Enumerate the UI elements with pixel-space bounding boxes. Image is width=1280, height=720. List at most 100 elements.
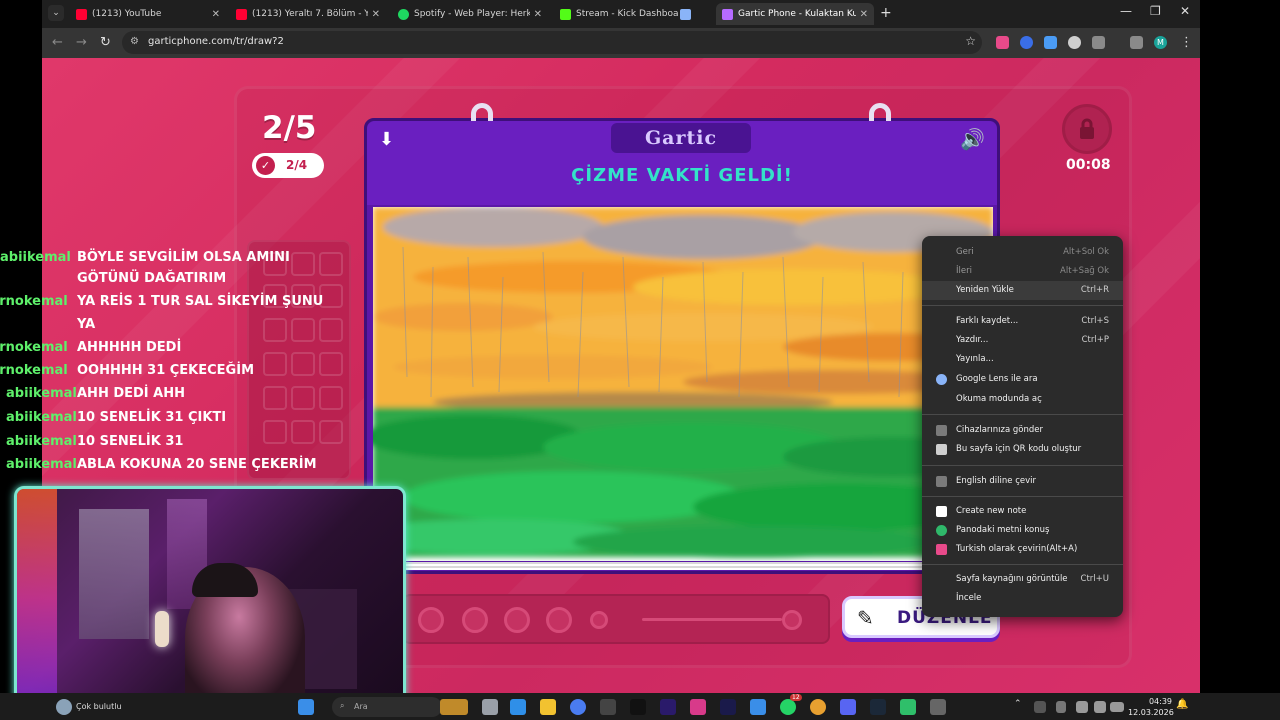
reload-button[interactable]: ↻ — [100, 35, 111, 50]
palette-cell[interactable] — [319, 386, 343, 410]
taskbar-search[interactable]: ⌕ Ara — [332, 697, 442, 717]
discord-icon[interactable] — [840, 699, 856, 715]
store-icon[interactable] — [510, 699, 526, 715]
tab-search-button[interactable]: ⌄ — [48, 5, 64, 21]
tab-youtube-video[interactable]: (1213) Yeraltı 7. Bölüm - YouTube ✕ — [230, 3, 386, 25]
widget-icon[interactable] — [440, 699, 468, 715]
menu-item-translate[interactable]: English diline çevir — [922, 472, 1123, 491]
menu-item-translate-extension[interactable]: Turkish olarak çevirin(Alt+A) — [922, 540, 1123, 559]
close-tab-icon[interactable]: ✕ — [372, 9, 380, 20]
start-icon[interactable] — [298, 699, 314, 715]
palette-cell[interactable] — [291, 386, 315, 410]
chrome-icon[interactable] — [810, 699, 826, 715]
address-bar[interactable]: ⚙ garticphone.com/tr/draw?2 ☆ — [122, 31, 982, 54]
browser-toolbar: ← → ↻ ⚙ garticphone.com/tr/draw?2 ☆ M ⋮ — [42, 28, 1200, 58]
maximize-button[interactable]: ❐ — [1150, 4, 1161, 18]
menu-separator — [922, 305, 1123, 306]
microphone-icon[interactable] — [1056, 701, 1066, 713]
premiere-icon[interactable] — [660, 699, 676, 715]
capcut-icon[interactable] — [600, 699, 616, 715]
menu-item-inspect[interactable]: İncele — [922, 589, 1123, 608]
menu-item-send-to-devices[interactable]: Cihazlarınıza gönder — [922, 421, 1123, 440]
tray-expand-icon[interactable]: ⌃ — [1014, 699, 1030, 715]
wifi-icon[interactable] — [1076, 701, 1088, 713]
menu-item-speak-clipboard[interactable]: Panodaki metni konuş — [922, 521, 1123, 540]
extensions-puzzle-icon[interactable] — [1092, 36, 1105, 49]
edge-icon[interactable] — [570, 699, 586, 715]
extension-blue-icon[interactable] — [1044, 36, 1057, 49]
brush-size-4[interactable] — [546, 607, 572, 633]
tab-pinned[interactable] — [674, 3, 716, 25]
volume-icon[interactable] — [1094, 701, 1106, 713]
tab-youtube[interactable]: (1213) YouTube ✕ — [70, 3, 226, 25]
bookmark-star-icon[interactable]: ☆ — [965, 34, 976, 48]
tray-icon[interactable] — [1034, 701, 1046, 713]
brush-size-3[interactable] — [504, 607, 530, 633]
palette-cell[interactable] — [319, 252, 343, 276]
menu-item-reload[interactable]: Yeniden Yükle Ctrl+R — [922, 281, 1123, 300]
palette-cell[interactable] — [319, 318, 343, 342]
menu-item-save-as[interactable]: Farklı kaydet... Ctrl+S — [922, 312, 1123, 331]
whatsapp-icon[interactable] — [780, 699, 796, 715]
menu-item-google-lens[interactable]: Google Lens ile ara — [922, 370, 1123, 389]
notifications-icon[interactable]: 🔔 — [1176, 699, 1192, 715]
close-tab-icon[interactable]: ✕ — [534, 9, 542, 20]
palette-cell[interactable] — [263, 420, 287, 444]
steam-icon[interactable] — [870, 699, 886, 715]
battery-icon[interactable] — [1110, 702, 1124, 712]
menu-item-qr-code[interactable]: Bu sayfa için QR kodu oluştur — [922, 440, 1123, 459]
file-explorer-icon[interactable] — [540, 699, 556, 715]
menu-item-create-note[interactable]: Create new note — [922, 502, 1123, 521]
taskbar-clock[interactable]: 04:39 12.03.2026 — [1128, 696, 1174, 718]
windows-taskbar: Çok bulutlu ⌕ Ara 12 ⌃ 04:39 12.03.2026 … — [0, 693, 1280, 720]
tab-gartic-phone[interactable]: Gartic Phone - Kulaktan Kulağa ✕ — [716, 3, 874, 25]
reading-list-icon[interactable] — [1130, 36, 1143, 49]
opacity-slider-handle[interactable] — [782, 610, 802, 630]
instagram-icon[interactable] — [690, 699, 706, 715]
tab-spotify[interactable]: Spotify - Web Player: Herkes için ✕ — [392, 3, 548, 25]
close-tab-icon[interactable]: ✕ — [212, 9, 220, 20]
settings-icon[interactable] — [930, 699, 946, 715]
menu-item-print[interactable]: Yazdır... Ctrl+P — [922, 331, 1123, 350]
palette-cell[interactable] — [291, 252, 315, 276]
tab-kick[interactable]: Stream - Kick Dashboard — [554, 3, 684, 25]
app-icon[interactable] — [750, 699, 766, 715]
close-window-button[interactable]: ✕ — [1180, 4, 1190, 18]
app-green-icon[interactable] — [900, 699, 916, 715]
menu-item-cast[interactable]: Yayınla... — [922, 350, 1123, 369]
close-tab-icon[interactable]: ✕ — [860, 9, 868, 20]
tiktok-icon[interactable] — [630, 699, 646, 715]
palette-cell[interactable] — [263, 386, 287, 410]
back-button[interactable]: ← — [52, 35, 63, 50]
opacity-slider[interactable] — [642, 618, 782, 621]
brush-size-1[interactable] — [418, 607, 444, 633]
lock-button[interactable] — [1062, 104, 1112, 154]
browser-menu-icon[interactable]: ⋮ — [1180, 35, 1193, 50]
menu-item-view-source[interactable]: Sayfa kaynağını görüntüle Ctrl+U — [922, 570, 1123, 589]
chat-username: urnokemal — [0, 363, 68, 378]
palette-cell[interactable] — [263, 352, 287, 376]
new-tab-button[interactable]: + — [880, 5, 892, 21]
palette-cell[interactable] — [291, 420, 315, 444]
site-info-icon[interactable]: ⚙ — [130, 36, 142, 48]
speaker-icon[interactable]: 🔊 — [960, 127, 985, 151]
palette-cell[interactable] — [291, 352, 315, 376]
download-icon[interactable]: ⬇ — [379, 129, 394, 150]
palette-cell[interactable] — [263, 318, 287, 342]
palette-cell[interactable] — [319, 352, 343, 376]
menu-item-reading-mode[interactable]: Okuma modunda aç — [922, 390, 1123, 409]
menu-item-label: Create new note — [956, 506, 1027, 516]
palette-cell[interactable] — [291, 318, 315, 342]
drawing-canvas[interactable] — [373, 207, 993, 561]
weather-icon[interactable] — [56, 699, 72, 715]
brush-size-2[interactable] — [462, 607, 488, 633]
extension-audio-icon[interactable] — [1020, 36, 1033, 49]
extension-bulb-icon[interactable] — [1068, 36, 1081, 49]
forward-button[interactable]: → — [76, 35, 87, 50]
palette-cell[interactable] — [319, 420, 343, 444]
profile-avatar[interactable]: M — [1154, 36, 1167, 49]
extension-translate-icon[interactable] — [996, 36, 1009, 49]
task-view-icon[interactable] — [482, 699, 498, 715]
after-effects-icon[interactable] — [720, 699, 736, 715]
minimize-button[interactable]: — — [1120, 4, 1132, 18]
